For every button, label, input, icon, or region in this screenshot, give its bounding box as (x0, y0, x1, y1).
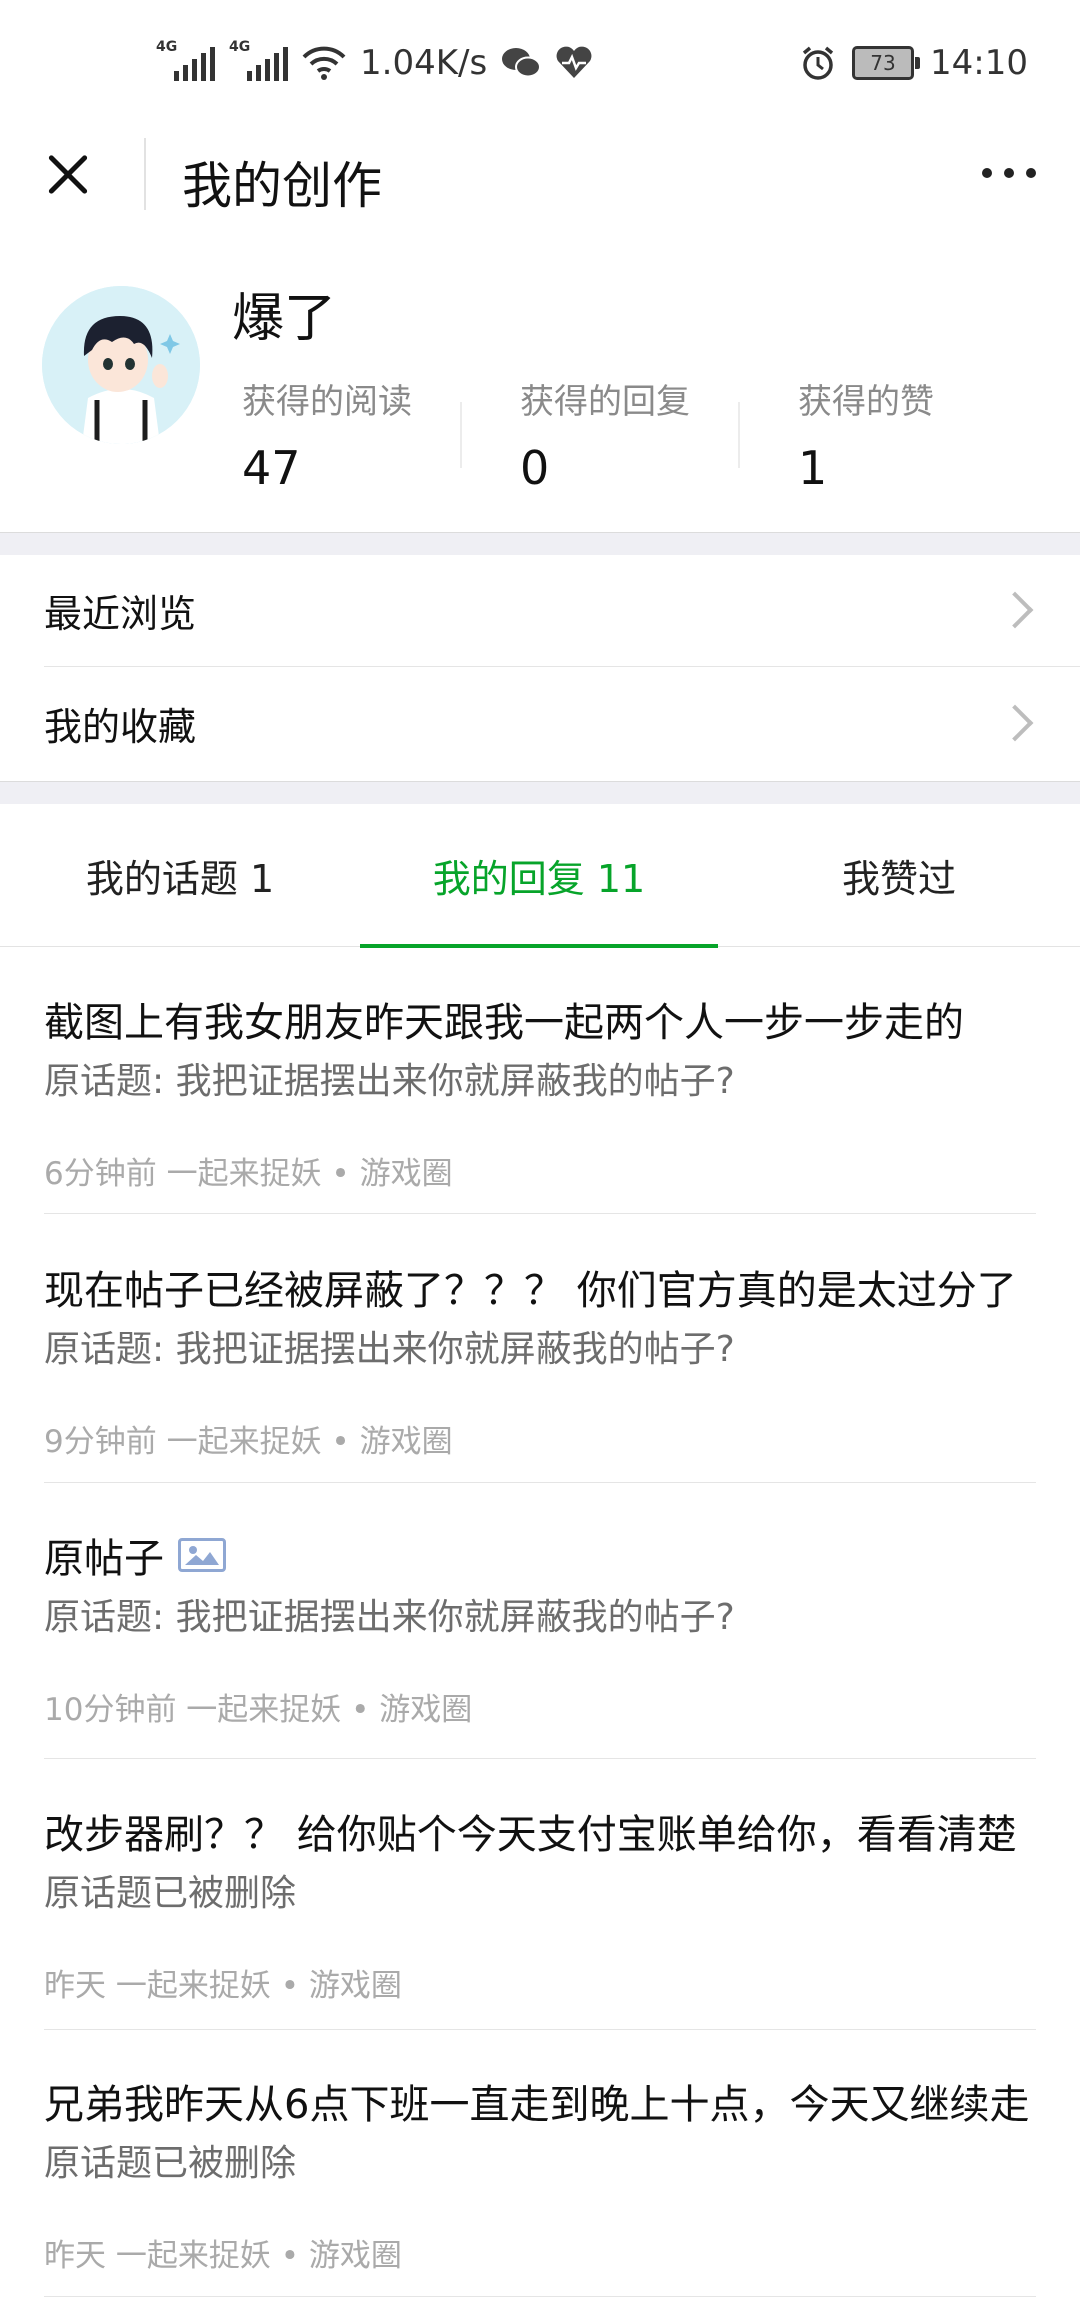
stat-value: 1 (798, 441, 828, 495)
stat-label: 获得的赞 (798, 382, 934, 422)
page-title: 我的创作 (182, 157, 382, 215)
section-gap (0, 532, 1080, 555)
wifi-icon (302, 46, 346, 80)
nav-bar: 我的创作 (0, 124, 1080, 224)
menu-item-label: 我的收藏 (44, 704, 197, 749)
chevron-right-icon (996, 591, 1034, 629)
username: 爆了 (232, 289, 337, 349)
list-item[interactable]: 原帖子 原话题: 我把证据摆出来你就屏蔽我的帖子? 10分钟前 一起来捉妖 • … (44, 1526, 1036, 1729)
status-right: 73 14:10 (800, 36, 1028, 90)
original-topic: 原话题: 我把证据摆出来你就屏蔽我的帖子? (44, 1597, 735, 1638)
list-item[interactable]: 兄弟我昨天从6点下班一直走到晚上十点，今天又继续走 原话题已被删除 昨天 一起来… (44, 2072, 1036, 2275)
reply-meta: 6分钟前 一起来捉妖 • 游戏圈 (44, 1156, 453, 1192)
health-icon (556, 46, 592, 78)
list-item[interactable]: 改步器刷？？ 给你贴个今天支付宝账单给你，看看清楚 原话题已被删除 昨天 一起来… (44, 1802, 1036, 2005)
signal-icon: 4G (156, 39, 215, 81)
status-left: 4G 4G 1.04K/s (156, 36, 593, 90)
stat-divider (460, 402, 462, 468)
status-bar: 4G 4G 1.04K/s 73 14:10 (0, 0, 1080, 124)
clock: 14:10 (930, 43, 1028, 83)
stat-value: 0 (520, 441, 550, 495)
reply-text: 截图上有我女朋友昨天跟我一起两个人一步一步走的 (44, 1000, 964, 1046)
stat-replies: 获得的回复 0 (520, 374, 690, 495)
original-topic: 原话题: 我把证据摆出来你就屏蔽我的帖子? (44, 1329, 735, 1370)
tab-my-replies[interactable]: 我的回复 11 (360, 804, 718, 946)
avatar[interactable] (42, 286, 200, 444)
stat-value: 47 (242, 441, 301, 495)
section-gap (0, 781, 1080, 804)
original-topic: 原话题已被删除 (44, 1873, 297, 1914)
divider (44, 2296, 1036, 2297)
wechat-icon (502, 48, 542, 78)
active-tab-indicator (360, 944, 718, 948)
network-type-label: 4G (156, 39, 178, 55)
signal-icon: 4G (229, 39, 288, 81)
stat-divider (738, 402, 740, 468)
chevron-right-icon (996, 704, 1034, 742)
tab-liked[interactable]: 我赞过 (718, 804, 1080, 946)
reply-meta: 10分钟前 一起来捉妖 • 游戏圈 (44, 1692, 473, 1728)
divider (44, 1213, 1036, 1214)
menu-item-recent[interactable]: 最近浏览 (0, 554, 1080, 666)
more-options-icon[interactable] (982, 168, 1036, 178)
reply-text: 兄弟我昨天从6点下班一直走到晚上十点，今天又继续走 (44, 2082, 1030, 2128)
reply-text: 现在帖子已经被屏蔽了？？？ 你们官方真的是太过分了 (44, 1268, 1017, 1314)
divider (44, 1758, 1036, 1759)
network-type-label: 4G (229, 39, 251, 55)
divider (44, 1482, 1036, 1483)
divider (44, 2029, 1036, 2030)
reply-meta: 昨天 一起来捉妖 • 游戏圈 (44, 1968, 402, 2004)
menu-item-favorites[interactable]: 我的收藏 (0, 667, 1080, 779)
stat-label: 获得的回复 (520, 382, 690, 422)
reply-meta: 昨天 一起来捉妖 • 游戏圈 (44, 2238, 402, 2274)
battery-icon: 73 (852, 46, 921, 80)
alarm-icon (802, 46, 834, 80)
original-topic: 原话题已被删除 (44, 2143, 297, 2184)
original-topic: 原话题: 我把证据摆出来你就屏蔽我的帖子? (44, 1061, 735, 1102)
close-icon[interactable] (40, 146, 96, 202)
list-item[interactable]: 现在帖子已经被屏蔽了？？？ 你们官方真的是太过分了 原话题: 我把证据摆出来你就… (44, 1258, 1036, 1461)
tab-my-topics[interactable]: 我的话题 1 (0, 804, 360, 946)
image-icon (178, 1538, 226, 1572)
profile-header: 爆了 获得的阅读 47 获得的回复 0 获得的赞 1 (0, 224, 1080, 530)
stat-likes: 获得的赞 1 (798, 374, 934, 495)
battery-level: 73 (870, 51, 896, 75)
network-speed: 1.04K/s (360, 43, 488, 83)
reply-text: 改步器刷？？ 给你贴个今天支付宝账单给你，看看清楚 (44, 1812, 1017, 1858)
tab-bar: 我的话题 1 我的回复 11 我赞过 (0, 804, 1080, 948)
reply-text: 原帖子 (44, 1536, 164, 1582)
reply-meta: 9分钟前 一起来捉妖 • 游戏圈 (44, 1424, 453, 1460)
stat-label: 获得的阅读 (242, 382, 412, 422)
stat-reads: 获得的阅读 47 (242, 374, 412, 495)
menu-item-label: 最近浏览 (44, 591, 197, 636)
list-item[interactable]: 截图上有我女朋友昨天跟我一起两个人一步一步走的 原话题: 我把证据摆出来你就屏蔽… (44, 990, 1036, 1193)
nav-divider (144, 138, 146, 210)
